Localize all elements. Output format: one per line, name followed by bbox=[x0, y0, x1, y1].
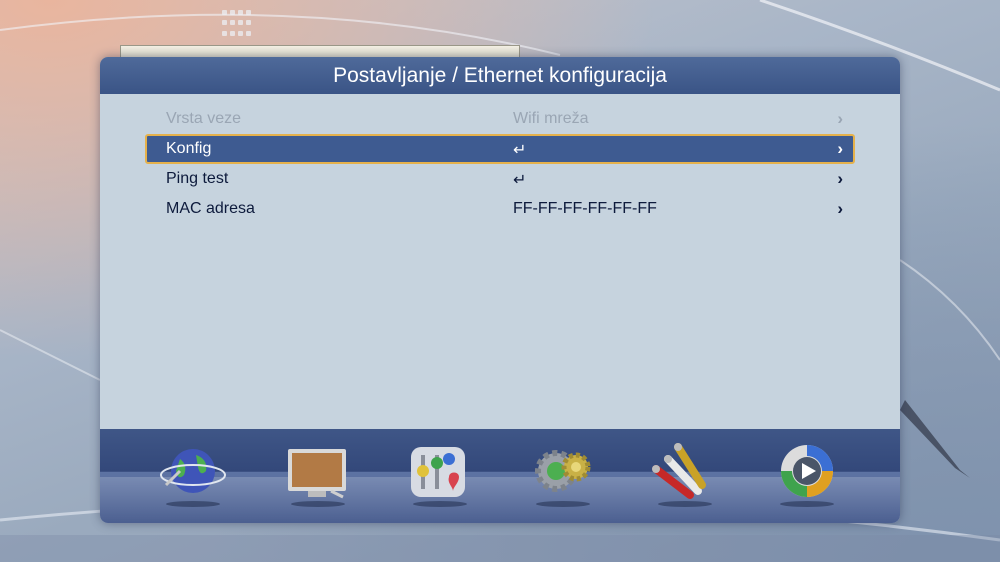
main-menu-icon-bar bbox=[100, 429, 900, 523]
enter-icon: ↵ bbox=[513, 172, 527, 189]
menu-item-value: Wifi mreža bbox=[513, 110, 589, 127]
gears-icon bbox=[535, 450, 591, 492]
menu-icon-av[interactable] bbox=[650, 441, 720, 507]
enter-icon: ↵ bbox=[513, 142, 527, 159]
av-cables-icon bbox=[652, 443, 706, 499]
menu-item-mac-address[interactable]: MAC adresa FF-FF-FF-FF-FF-FF › bbox=[145, 194, 855, 224]
menu-item-label: MAC adresa bbox=[166, 200, 255, 217]
settings-sliders-icon bbox=[411, 447, 465, 497]
globe-network-icon bbox=[160, 449, 226, 493]
menu-icon-settings[interactable] bbox=[405, 441, 475, 507]
menu-list: Vrsta veze Wifi mreža › Konfig ↵ › Ping … bbox=[100, 104, 900, 224]
menu-item-config[interactable]: Konfig ↵ › bbox=[145, 134, 855, 164]
menu-item-ping-test[interactable]: Ping test ↵ › bbox=[145, 164, 855, 194]
background-dots bbox=[222, 10, 251, 38]
tv-display-icon bbox=[288, 449, 346, 499]
menu-icon-network[interactable] bbox=[158, 441, 228, 507]
menu-item-value: FF-FF-FF-FF-FF-FF bbox=[513, 200, 657, 217]
chevron-right-icon: › bbox=[837, 169, 843, 188]
menu-icon-media[interactable] bbox=[772, 441, 842, 507]
menu-item-connection-type: Vrsta veze Wifi mreža › bbox=[145, 104, 855, 134]
menu-icon-system[interactable] bbox=[528, 441, 598, 507]
menu-item-label: Vrsta veze bbox=[166, 110, 241, 127]
chevron-right-icon: › bbox=[837, 109, 843, 128]
chevron-right-icon: › bbox=[837, 199, 843, 218]
menu-icon-tv[interactable] bbox=[283, 441, 353, 507]
ethernet-config-dialog: Postavljanje / Ethernet konfiguracija Vr… bbox=[100, 57, 900, 523]
menu-item-label: Konfig bbox=[166, 140, 212, 157]
dialog-title: Postavljanje / Ethernet konfiguracija bbox=[100, 57, 900, 94]
chevron-right-icon: › bbox=[837, 139, 843, 158]
menu-item-label: Ping test bbox=[166, 170, 229, 187]
media-play-icon bbox=[781, 445, 833, 497]
